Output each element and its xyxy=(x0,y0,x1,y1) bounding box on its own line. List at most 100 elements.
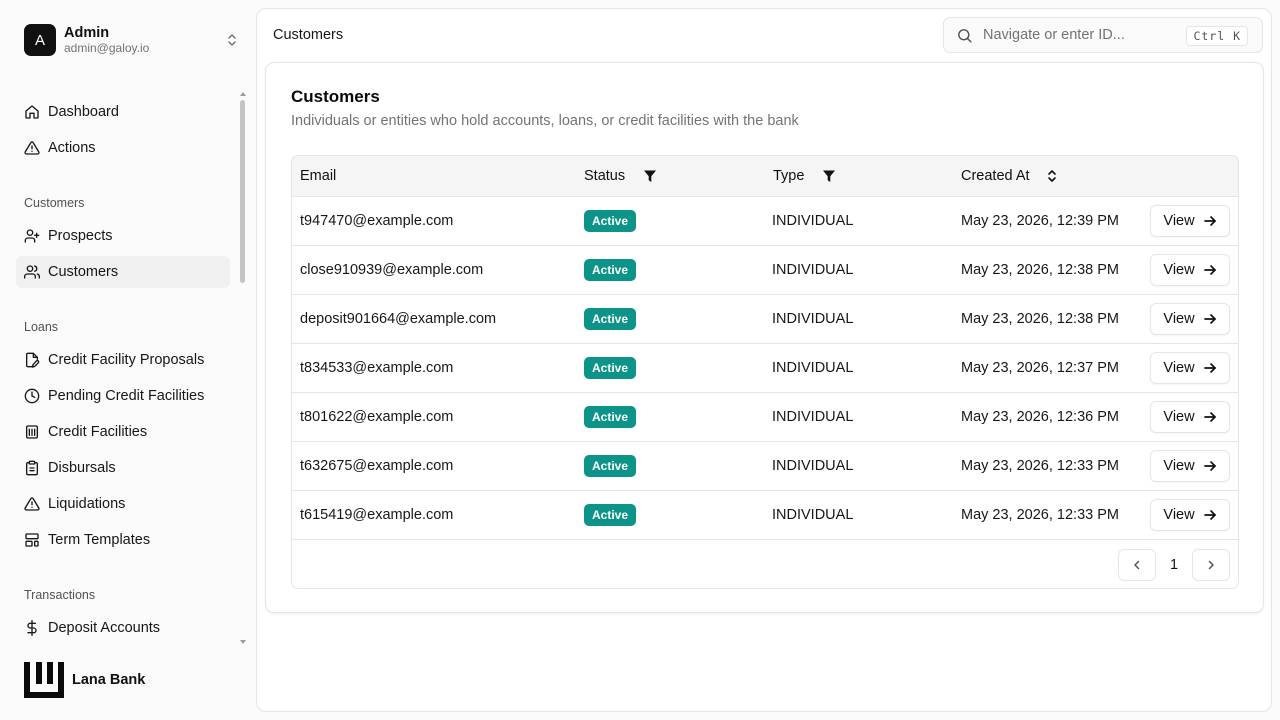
cell-email: t834533@example.com xyxy=(300,360,454,376)
view-button[interactable]: View xyxy=(1150,450,1230,482)
arrow-right-icon xyxy=(1203,510,1216,520)
next-page-button[interactable] xyxy=(1192,549,1230,581)
cell-type: INDIVIDUAL xyxy=(772,409,854,425)
user-switcher[interactable]: A Admin admin@galoy.io xyxy=(24,24,240,56)
view-button[interactable]: View xyxy=(1150,254,1230,286)
status-badge: Active xyxy=(584,259,637,281)
column-header-created-at[interactable]: Created At xyxy=(961,156,1058,196)
sidebar-item-customers[interactable]: Customers xyxy=(16,256,230,288)
cell-email: t947470@example.com xyxy=(300,213,454,229)
sidebar-item-prospects[interactable]: Prospects xyxy=(16,220,230,252)
user-email: admin@galoy.io xyxy=(64,41,150,56)
sidebar-item-dashboard[interactable]: Dashboard xyxy=(16,96,230,128)
filter-icon[interactable] xyxy=(822,169,836,183)
users-icon xyxy=(24,265,40,279)
arrow-right-icon xyxy=(1203,461,1216,471)
sidebar-item-actions[interactable]: Actions xyxy=(16,132,230,164)
sidebar-item-label: Actions xyxy=(48,140,96,156)
cell-created-at: May 23, 2026, 12:33 PM xyxy=(961,458,1119,474)
status-badge: Active xyxy=(584,357,637,379)
sort-icon[interactable] xyxy=(1046,169,1058,183)
column-header-type: Type xyxy=(773,156,836,196)
table-row: t834533@example.com Active INDIVIDUAL Ma… xyxy=(292,344,1238,393)
sidebar-item-label: Term Templates xyxy=(48,532,151,548)
main-panel: Customers Ctrl K Customers Individuals o… xyxy=(256,8,1272,712)
cell-created-at: May 23, 2026, 12:39 PM xyxy=(961,213,1119,229)
dollar-sign-icon xyxy=(27,620,37,636)
user-plus-icon xyxy=(24,229,40,243)
sidebar-item-liquidations[interactable]: Liquidations xyxy=(16,488,230,520)
alert-triangle-icon xyxy=(24,141,40,155)
file-pen-icon xyxy=(26,352,40,368)
sidebar-nav: Dashboard Actions Customers Prospects Cu… xyxy=(0,88,256,648)
arrow-right-icon xyxy=(1203,314,1216,324)
arrow-right-icon xyxy=(1203,363,1216,373)
arrow-right-icon xyxy=(1203,265,1216,275)
view-button[interactable]: View xyxy=(1150,205,1230,237)
view-label: View xyxy=(1163,360,1195,376)
sidebar-item-credit-facility-proposals[interactable]: Credit Facility Proposals xyxy=(16,344,230,376)
view-button[interactable]: View xyxy=(1150,499,1230,531)
alert-triangle-icon xyxy=(24,497,40,511)
command-search[interactable]: Ctrl K xyxy=(943,17,1263,53)
search-input[interactable] xyxy=(983,27,1183,43)
sidebar-item-label: Customers xyxy=(48,264,119,280)
table-row: deposit901664@example.com Active INDIVID… xyxy=(292,295,1238,344)
cell-created-at: May 23, 2026, 12:36 PM xyxy=(961,409,1119,425)
status-badge: Active xyxy=(584,504,637,526)
cell-created-at: May 23, 2026, 12:37 PM xyxy=(961,360,1119,376)
view-label: View xyxy=(1163,262,1195,278)
view-button[interactable]: View xyxy=(1150,303,1230,335)
sidebar-item-deposit-accounts[interactable]: Deposit Accounts xyxy=(16,612,230,644)
sidebar-item-credit-facilities[interactable]: Credit Facilities xyxy=(16,416,230,448)
cell-type: INDIVIDUAL xyxy=(772,507,854,523)
filter-icon[interactable] xyxy=(643,169,657,183)
sidebar-item-pending-credit-facilities[interactable]: Pending Credit Facilities xyxy=(16,380,230,412)
sidebar-item-label: Credit Facility Proposals xyxy=(48,352,205,368)
table-row: t615419@example.com Active INDIVIDUAL Ma… xyxy=(292,491,1238,540)
card-title: Customers xyxy=(291,87,380,106)
cell-email: t801622@example.com xyxy=(300,409,454,425)
clipboard-icon xyxy=(26,460,38,476)
view-label: View xyxy=(1163,213,1195,229)
sidebar-item-label: Prospects xyxy=(48,228,113,244)
status-badge: Active xyxy=(584,406,637,428)
view-button[interactable]: View xyxy=(1150,352,1230,384)
view-label: View xyxy=(1163,311,1195,327)
current-page[interactable]: 1 xyxy=(1156,557,1192,573)
avatar: A xyxy=(24,24,56,56)
column-label: Email xyxy=(300,168,337,184)
sidebar-item-label: Disbursals xyxy=(48,460,116,476)
view-button[interactable]: View xyxy=(1150,401,1230,433)
bank-icon xyxy=(26,425,38,439)
view-label: View xyxy=(1163,507,1195,523)
cell-email: close910939@example.com xyxy=(300,262,484,278)
customers-table: Email Status Type Created At t947470@exa… xyxy=(291,155,1239,589)
cell-type: INDIVIDUAL xyxy=(772,262,854,278)
nav-section-loans: Loans xyxy=(24,320,59,334)
brand-name: Lana Bank xyxy=(72,672,146,688)
status-badge: Active xyxy=(584,455,637,477)
sidebar-item-label: Liquidations xyxy=(48,496,126,512)
chevrons-up-down-icon xyxy=(228,34,236,46)
home-icon xyxy=(25,105,39,119)
prev-page-button[interactable] xyxy=(1118,549,1156,581)
sidebar-item-disbursals[interactable]: Disbursals xyxy=(16,452,230,484)
view-label: View xyxy=(1163,458,1195,474)
cell-type: INDIVIDUAL xyxy=(772,311,854,327)
cell-email: t632675@example.com xyxy=(300,458,454,474)
pagination: 1 xyxy=(1118,549,1230,581)
scroll-down-icon[interactable] xyxy=(239,639,247,645)
status-badge: Active xyxy=(584,210,637,232)
cell-type: INDIVIDUAL xyxy=(772,360,854,376)
cell-email: t615419@example.com xyxy=(300,507,454,523)
nav-section-transactions: Transactions xyxy=(24,588,96,602)
sidebar-item-label: Deposit Accounts xyxy=(48,620,161,636)
nav-section-customers: Customers xyxy=(24,196,85,210)
breadcrumb: Customers xyxy=(273,27,344,43)
sidebar-scrollbar[interactable] xyxy=(240,100,245,283)
scroll-up-icon[interactable] xyxy=(239,91,247,97)
column-header-email: Email xyxy=(300,156,336,196)
cell-created-at: May 23, 2026, 12:38 PM xyxy=(961,262,1119,278)
sidebar-item-term-templates[interactable]: Term Templates xyxy=(16,524,230,556)
